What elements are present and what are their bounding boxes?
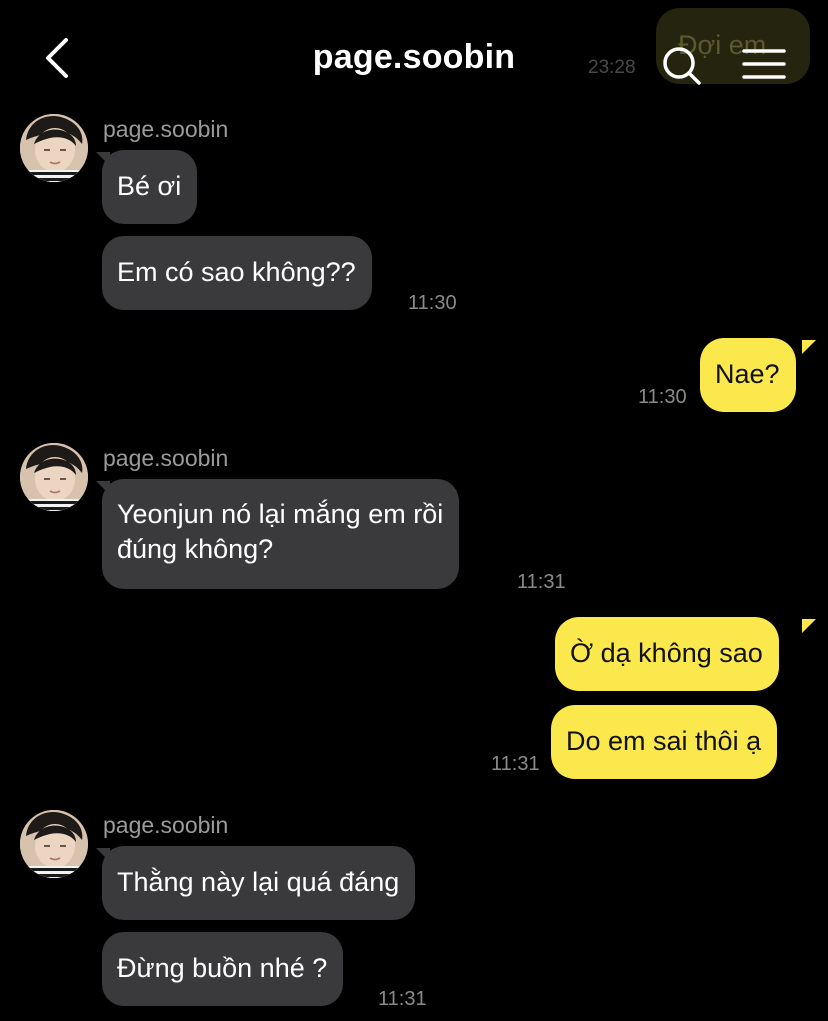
profile-photo-icon	[20, 114, 88, 182]
sender-name: page.soobin	[103, 116, 229, 142]
menu-button[interactable]	[740, 46, 788, 84]
search-button[interactable]	[660, 44, 704, 88]
sender-name: page.soobin	[103, 812, 229, 838]
bubble-tail	[802, 619, 816, 633]
avatar[interactable]	[20, 114, 88, 182]
search-icon	[663, 47, 701, 85]
profile-photo-icon	[20, 810, 88, 878]
message-timestamp: 11:30	[408, 292, 457, 314]
incoming-message-bubble[interactable]: Em có sao không??	[102, 236, 372, 310]
avatar[interactable]	[20, 443, 88, 511]
outgoing-message-bubble[interactable]: Do em sai thôi ạ	[551, 705, 778, 779]
outgoing-message-bubble[interactable]: Ờ dạ không sao	[555, 617, 779, 691]
bubble-tail	[802, 340, 816, 354]
profile-photo-icon	[20, 443, 88, 511]
incoming-message-bubble[interactable]: Yeonjun nó lại mắng em rồi đúng không?	[102, 479, 460, 589]
message-timestamp: 11:31	[491, 753, 540, 775]
sender-name: page.soobin	[103, 445, 229, 471]
incoming-message-bubble[interactable]: Bé ơi	[102, 150, 198, 224]
message-timestamp: 11:31	[517, 571, 566, 593]
outgoing-message-bubble[interactable]: Nae?	[700, 338, 796, 412]
incoming-message-bubble[interactable]: Đừng buồn nhé ?	[102, 932, 344, 1006]
message-timestamp: 11:31	[378, 988, 427, 1010]
avatar[interactable]	[20, 810, 88, 878]
incoming-message-bubble[interactable]: Thằng này lại quá đáng	[102, 846, 416, 920]
message-timestamp: 11:30	[638, 386, 687, 408]
hamburger-menu-icon	[742, 49, 786, 79]
